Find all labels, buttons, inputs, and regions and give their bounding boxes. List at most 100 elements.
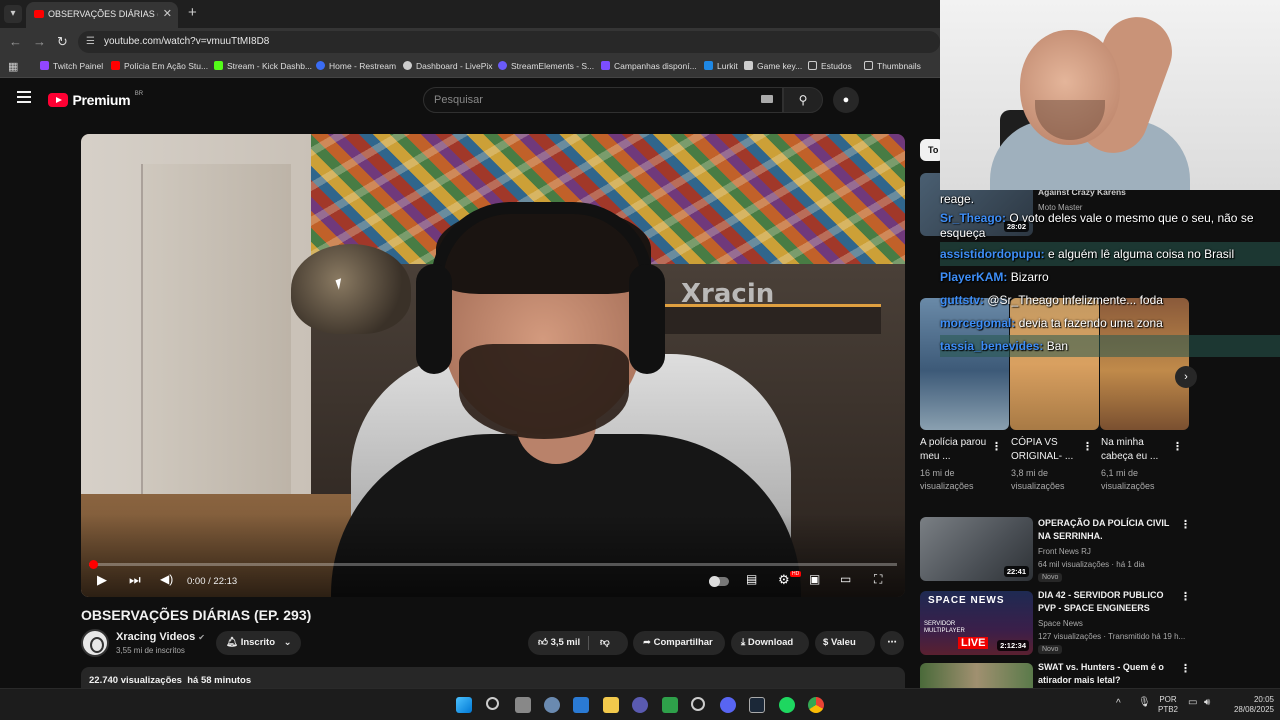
forward-icon[interactable]: → (33, 34, 46, 49)
share-button[interactable]: ➦ Compartilhar (633, 631, 725, 655)
scrubber-handle[interactable] (89, 560, 98, 569)
duration-badge: 2:12:34 (997, 640, 1029, 651)
bookmark-item[interactable]: Dashboard - LivePix (403, 61, 493, 71)
video-title[interactable]: SWAT vs. Hunters - Quem é o atirador mai… (1038, 661, 1178, 687)
more-options-icon[interactable]: ⋮ (1172, 440, 1183, 453)
video-title[interactable]: DIA 42 - SERVIDOR PUBLICO PVP - SPACE EN… (1038, 589, 1178, 615)
like-button[interactable]: 👍︎ 3,5 mil (538, 637, 580, 648)
more-options-icon[interactable]: ⋮ (1180, 662, 1191, 675)
video-meta: 127 visualizações · Transmitido há 19 h.… (1038, 632, 1186, 641)
fullscreen-icon[interactable]: ⛶ (874, 572, 882, 587)
site-info-icon[interactable]: ☰ (86, 36, 95, 47)
short-title[interactable]: Na minha cabeça eu ... (1101, 436, 1176, 464)
more-actions-button[interactable]: ⋯ (880, 631, 904, 655)
short-title[interactable]: A polícia parou meu ... (920, 436, 995, 464)
volume-icon[interactable]: 🔊︎ (1204, 698, 1210, 708)
bookmark-item[interactable]: Campanhas disponí... (601, 61, 697, 71)
subscribed-button[interactable]: 🔔︎ Inscrito ⌄ (216, 631, 301, 655)
bookmark-item[interactable]: Stream - Kick Dashb... (214, 61, 312, 71)
thumbnail-subtitle-text: SERVIDOR MULTIPLAYER (924, 621, 965, 634)
volume-icon[interactable]: ◀) (160, 572, 173, 586)
tab-search-button[interactable]: ▾ (4, 5, 22, 23)
address-bar-row: ← → ↻ ☰ youtube.com/watch?v=vmuuTtMI8D8 (0, 28, 940, 56)
channel-avatar[interactable] (81, 629, 109, 657)
search-input[interactable]: Pesquisar (423, 87, 783, 113)
settings-icon[interactable] (544, 697, 560, 713)
bookmark-item[interactable]: Polícia Em Ação Stu... (111, 61, 208, 71)
task-view-icon[interactable] (515, 697, 531, 713)
reload-icon[interactable]: ↻ (57, 34, 68, 50)
short-title[interactable]: CÓPIA VS ORIGINAL- ... (1011, 436, 1086, 464)
chrome-icon[interactable] (808, 697, 824, 713)
autoplay-toggle[interactable] (709, 576, 729, 587)
bookmark-item[interactable]: Lurkit (704, 61, 738, 71)
chevron-down-icon: ⌄ (283, 637, 292, 648)
video-player[interactable]: Xracin ▶ ⏭ ◀) 0:00 / 22:13 ▤ ⚙ HD ▣ ▭ ⛶ (81, 134, 905, 597)
discord-icon[interactable] (720, 697, 736, 713)
start-menu-icon[interactable] (456, 697, 472, 713)
xbox-icon[interactable] (691, 697, 705, 711)
bookmark-folder[interactable]: Estudos (808, 61, 852, 71)
share-icon: ➦ (643, 637, 651, 648)
spotify-icon[interactable] (779, 697, 795, 713)
webcam-overlay (940, 0, 1280, 190)
chevron-up-icon[interactable]: ^ (1116, 699, 1121, 709)
url-text[interactable]: youtube.com/watch?v=vmuuTtMI8D8 (104, 36, 269, 47)
settings-gear-icon[interactable]: ⚙ (778, 572, 790, 588)
dislike-button[interactable]: 👎︎ (600, 631, 610, 655)
microphone-icon[interactable]: ● (833, 87, 859, 113)
search-button[interactable]: ⚲ (783, 87, 823, 113)
youtube-premium-logo[interactable]: Premium BR (48, 91, 143, 109)
network-icon[interactable]: ▭ (1188, 698, 1197, 708)
progress-bar[interactable] (89, 560, 897, 569)
chevron-right-icon[interactable]: › (1175, 366, 1197, 388)
video-title[interactable]: OPERAÇÃO DA POLÍCIA CIVIL NA SERRINHA. (1038, 517, 1178, 543)
logo-text: Premium (72, 91, 131, 108)
thanks-button[interactable]: $ Valeu (815, 631, 875, 655)
verified-icon: ✔ (198, 633, 205, 642)
play-icon[interactable]: ▶ (97, 572, 107, 588)
next-icon[interactable]: ⏭ (129, 572, 141, 588)
channel-name[interactable]: Front News RJ (1038, 545, 1091, 558)
steam-icon[interactable] (749, 697, 765, 713)
search-icon[interactable] (486, 697, 499, 710)
more-options-icon[interactable]: ⋮ (1180, 518, 1191, 531)
channel-name[interactable]: Xracing Videos ✔ (116, 631, 205, 643)
obs-icon[interactable] (662, 697, 678, 713)
more-options-icon[interactable]: ⋮ (1082, 440, 1093, 453)
menu-icon[interactable] (17, 91, 31, 103)
channel-name[interactable]: Space News (1038, 617, 1083, 630)
bookmark-item[interactable]: StreamElements - S... (498, 61, 594, 71)
theater-mode-icon[interactable]: ▭ (840, 572, 851, 586)
tab-close-icon[interactable]: ✕ (163, 7, 172, 20)
youtube-play-icon (48, 92, 68, 107)
more-options-icon[interactable]: ⋮ (1180, 590, 1191, 603)
subscriber-count: 3,55 mi de inscritos (116, 646, 185, 655)
video-thumbnail[interactable]: SPACE NEWS SERVIDOR MULTIPLAYER LIVE 2:1… (920, 591, 1033, 655)
bookmark-folder[interactable]: Thumbnails (864, 61, 921, 71)
url-field[interactable]: ☰ youtube.com/watch?v=vmuuTtMI8D8 (78, 31, 940, 53)
new-tab-button[interactable]: + (188, 4, 197, 21)
bookmark-item[interactable]: Home - Restream (316, 61, 396, 71)
microphone-icon[interactable]: 🎙︎ (1138, 698, 1151, 708)
browser-tab[interactable]: OBSERVAÇÕES DIÁRIAS (EP. 29 ✕ (26, 2, 178, 28)
app-icon[interactable] (632, 697, 648, 713)
bookmark-item[interactable]: Twitch Painel (40, 61, 103, 71)
subtitles-icon[interactable]: ▤ (746, 572, 757, 586)
apps-grid-icon[interactable]: ▦ (8, 60, 18, 73)
miniplayer-icon[interactable]: ▣ (809, 572, 820, 586)
clock[interactable]: 20:05 28/08/2025 (1222, 695, 1274, 715)
input-language[interactable]: POR PTB2 (1158, 695, 1178, 715)
video-thumbnail[interactable]: 22:41 (920, 517, 1033, 581)
browser-tabstrip: ▾ OBSERVAÇÕES DIÁRIAS (EP. 29 ✕ + (0, 0, 940, 28)
file-explorer-icon[interactable] (603, 697, 619, 713)
back-icon[interactable]: ← (9, 34, 22, 49)
bookmark-item[interactable]: Game key... (744, 61, 802, 71)
download-button[interactable]: ⤓ Download (731, 631, 809, 655)
video-thumbnail[interactable] (920, 663, 1033, 688)
keyboard-icon[interactable] (761, 95, 773, 103)
youtube-header: Premium BR Pesquisar ⚲ ● (0, 78, 940, 120)
more-options-icon[interactable]: ⋮ (991, 440, 1002, 453)
photos-icon[interactable] (573, 697, 589, 713)
bell-icon: 🔔︎ (226, 637, 239, 648)
